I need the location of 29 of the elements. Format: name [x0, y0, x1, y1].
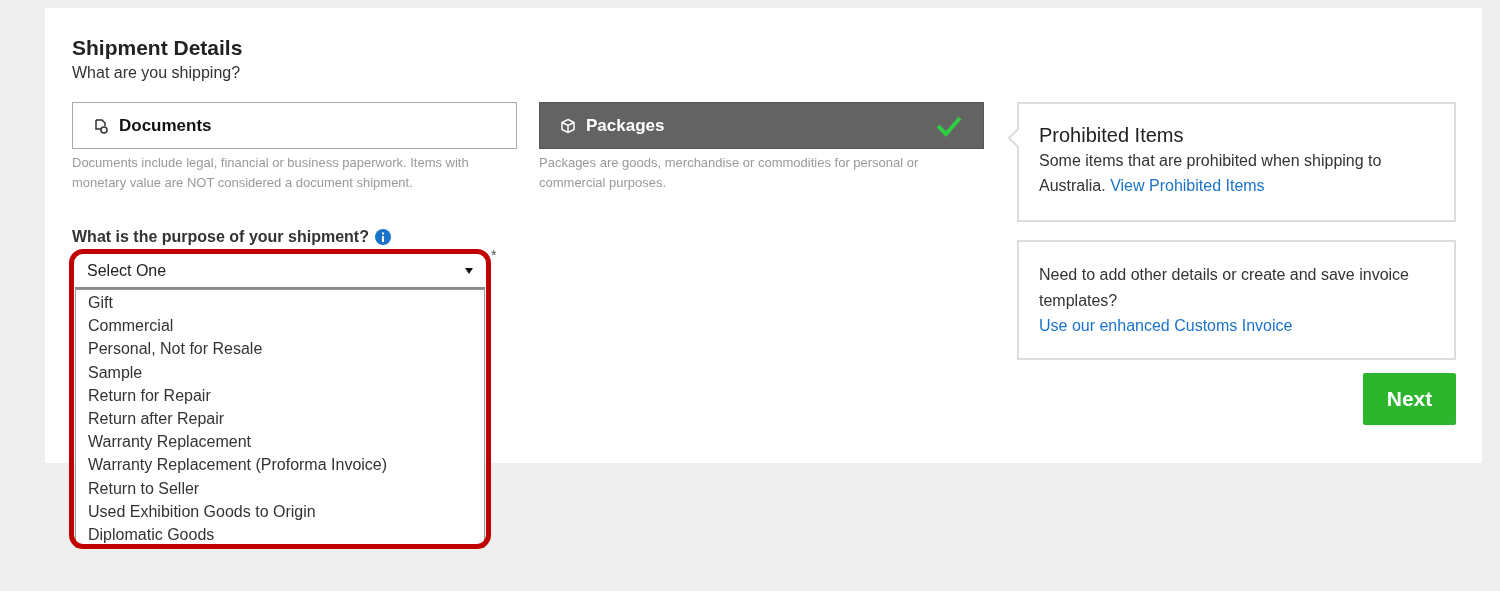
box-icon: [560, 117, 576, 134]
dropdown-option[interactable]: Warranty Replacement: [76, 430, 484, 454]
view-prohibited-link[interactable]: View Prohibited Items: [1110, 177, 1265, 194]
panel-text: Some items that are prohibited when shipping to Australia. View Prohibited Items: [1039, 151, 1383, 196]
field-label: What is the purpose of your shipment?: [72, 227, 369, 247]
required-mark: *: [491, 246, 497, 265]
dropdown-option[interactable]: Sample: [76, 360, 484, 384]
dropdown-option[interactable]: Commercial: [76, 314, 484, 338]
documents-icon: [93, 117, 109, 134]
check-icon: [935, 114, 963, 137]
dropdown-option[interactable]: Warranty Replacement (Proforma Invoice): [76, 453, 484, 477]
dropdown-option[interactable]: Personal, Not for Resale: [76, 337, 484, 361]
dropdown-option[interactable]: Diplomatic Goods: [76, 523, 484, 547]
dropdown-option[interactable]: Return for Repair: [76, 383, 484, 407]
shipment-type-option[interactable]: Documents: [72, 102, 517, 149]
dropdown-option[interactable]: Return after Repair: [76, 407, 484, 431]
dropdown-option[interactable]: Gift: [76, 291, 484, 315]
panel-title: Prohibited Items: [1039, 123, 1185, 148]
customs-invoice-link[interactable]: Use our enhanced Customs Invoice: [1039, 317, 1293, 334]
option-description: Packages are goods, merchandise or commodities for personal or commercial purposes.: [539, 154, 920, 192]
shipment-type-option[interactable]: Packages: [539, 102, 984, 149]
caret-icon: [465, 268, 473, 274]
section-title: Shipment Details: [72, 35, 244, 61]
option-description: Documents include legal, financial or business paperwork. Items with monetary value are NOT considered a document shipment.: [72, 154, 470, 192]
dropdown-option[interactable]: Return to Seller: [76, 476, 484, 500]
info-icon: [374, 229, 391, 245]
dropdown-option[interactable]: Used Exhibition Goods to Origin: [76, 499, 484, 524]
section-subtitle: What are you shipping?: [72, 63, 242, 83]
panel-text: Need to add other details or create and save invoice templates?: [1039, 265, 1410, 311]
